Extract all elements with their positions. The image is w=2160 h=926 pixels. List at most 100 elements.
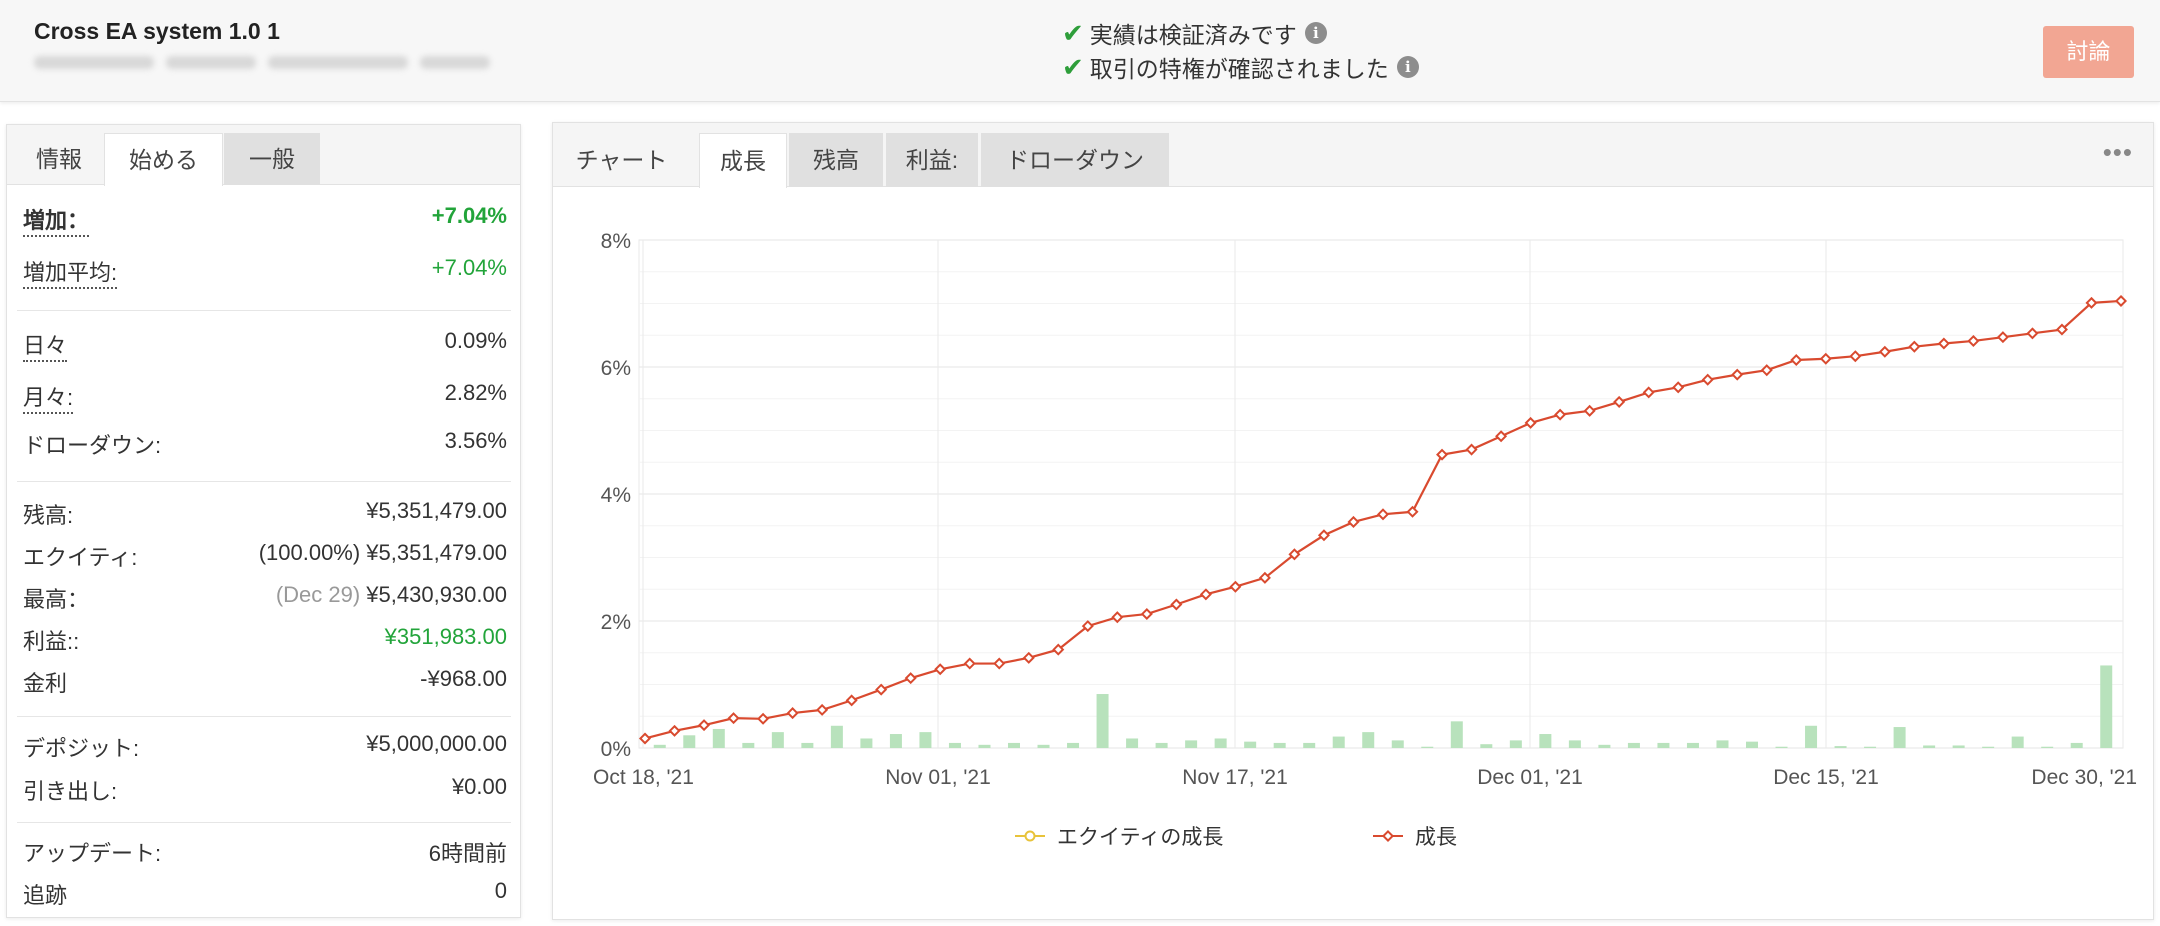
bar: [860, 738, 873, 748]
bar: [1391, 740, 1404, 748]
stat-drawdown-value: 3.56%: [444, 428, 507, 453]
bar: [1303, 742, 1316, 748]
legend-equity-marker: [1024, 830, 1036, 842]
divider: [17, 716, 511, 717]
bar: [1627, 742, 1640, 748]
stat-update-value: 6時間前: [428, 841, 507, 866]
bar: [1126, 738, 1139, 748]
stat-monthly-value: 2.82%: [444, 380, 507, 405]
bar: [1746, 741, 1758, 748]
info-icon[interactable]: i: [1396, 56, 1419, 78]
bar: [1155, 742, 1168, 748]
stat-withdraw-label: 引き出し:: [23, 779, 118, 804]
x-tick-label: Dec 30, '21: [2031, 766, 2137, 789]
stat-avg-gain-value: +7.04%: [431, 255, 507, 280]
stat-gain: 増加： +7.04%: [23, 203, 507, 239]
tab-info[interactable]: 情報: [15, 133, 103, 185]
stat-balance-label: 残高:: [23, 503, 74, 528]
bar: [1952, 745, 1965, 748]
stat-track: 追跡 0: [23, 878, 507, 914]
stat-monthly-label: 月々:: [23, 380, 74, 414]
stat-interest-label: 金利: [23, 671, 68, 696]
bar: [1096, 694, 1109, 748]
y-tick-label: 2%: [601, 611, 631, 634]
check-icon: ✔: [1062, 52, 1084, 82]
stat-profit-label: 利益::: [23, 629, 80, 654]
stat-deposit-label: デポジット:: [23, 736, 140, 761]
stat-highest: 最高： (Dec 29) ¥5,430,930.00: [23, 582, 507, 618]
stat-daily: 日々 0.09%: [23, 328, 507, 364]
bar: [1834, 746, 1847, 748]
verified-trading-privileges: ✔ 取引の特権が確認されました i: [1062, 50, 1419, 84]
bar: [712, 728, 725, 748]
bar: [1244, 741, 1257, 748]
bar: [653, 744, 666, 748]
tab-general[interactable]: 一般: [224, 133, 320, 185]
bar: [1923, 745, 1936, 748]
bar: [1805, 725, 1818, 748]
legend-growth-marker: [1381, 829, 1395, 843]
system-subtitle-redacted: [34, 54, 504, 76]
bar: [1775, 746, 1788, 748]
verified-track-record: ✔ 実績は検証済みです i: [1062, 16, 1327, 50]
bar: [978, 744, 991, 748]
stat-deposit-value: ¥5,000,000.00: [366, 731, 507, 756]
bar: [1657, 742, 1670, 748]
stat-interest-value: -¥968.00: [420, 666, 507, 691]
bar: [948, 742, 961, 748]
stat-update-label: アップデート:: [23, 841, 162, 866]
info-icon[interactable]: i: [1304, 22, 1327, 44]
bar: [1421, 746, 1434, 748]
bar: [771, 732, 784, 748]
bar: [2070, 742, 2083, 748]
stat-withdraw-value: ¥0.00: [451, 774, 507, 799]
system-title: Cross EA system 1.0 1: [34, 18, 280, 44]
system-header: Cross EA system 1.0 1 ✔ 実績は検証済みです i ✔ 取引…: [0, 0, 2160, 102]
legend-equity-label: エクイティの成長: [1057, 826, 1223, 849]
stat-highest-date: (Dec 29): [275, 582, 361, 607]
divider: [17, 310, 511, 311]
stats-tabs: 情報 始める 一般: [7, 125, 520, 186]
bar: [801, 742, 814, 748]
bar: [1982, 746, 1995, 748]
bar: [889, 734, 902, 748]
x-tick-label: Nov 01, '21: [885, 766, 991, 789]
stat-equity-value: (100.00%) ¥5,351,479.00: [258, 540, 507, 565]
stat-daily-value: 0.09%: [444, 328, 507, 353]
chart-panel: チャート 成長 残高 利益: ドローダウン ••• 8% 6% 4% 2% 0% Oct …: [552, 122, 2154, 920]
bar: [1362, 732, 1375, 748]
bar: [1864, 746, 1877, 748]
bar: [1273, 742, 1286, 748]
bar: [919, 732, 932, 748]
bar: [1332, 736, 1345, 748]
x-tick-label: Nov 17, '21: [1182, 766, 1288, 789]
bar: [1893, 727, 1906, 748]
stat-track-label: 追跡: [23, 883, 68, 908]
stat-track-value: 0: [494, 878, 507, 903]
verified-trading-privileges-label: 取引の特権が確認されました: [1089, 56, 1389, 82]
bar: [830, 725, 843, 748]
stat-highest-label: 最高：: [23, 587, 90, 612]
stat-gain-value: +7.04%: [431, 203, 507, 228]
bar: [1509, 740, 1522, 748]
stat-profit-value: ¥351,983.00: [384, 624, 507, 649]
bar: [2100, 665, 2113, 748]
verified-track-record-label: 実績は検証済みです: [1089, 22, 1297, 48]
stat-deposit: デポジット: ¥5,000,000.00: [23, 731, 507, 767]
bar: [1598, 744, 1611, 748]
stat-highest-value-wrap: (Dec 29) ¥5,430,930.00: [276, 582, 507, 608]
bar: [1539, 734, 1552, 748]
bar: [1067, 742, 1080, 748]
discuss-button[interactable]: 討論: [2043, 26, 2134, 78]
stat-balance: 残高: ¥5,351,479.00: [23, 498, 507, 534]
bar: [683, 735, 696, 748]
tab-start[interactable]: 始める: [104, 133, 223, 186]
bar: [1686, 742, 1699, 748]
bar: [1450, 721, 1463, 748]
divider: [17, 822, 511, 823]
legend-growth-label: 成長: [1415, 826, 1457, 849]
y-tick-label: 4%: [601, 484, 631, 507]
stat-update: アップデート: 6時間前: [23, 836, 507, 872]
y-tick-label: 8%: [601, 230, 631, 253]
stat-drawdown-label: ドローダウン:: [23, 433, 162, 458]
